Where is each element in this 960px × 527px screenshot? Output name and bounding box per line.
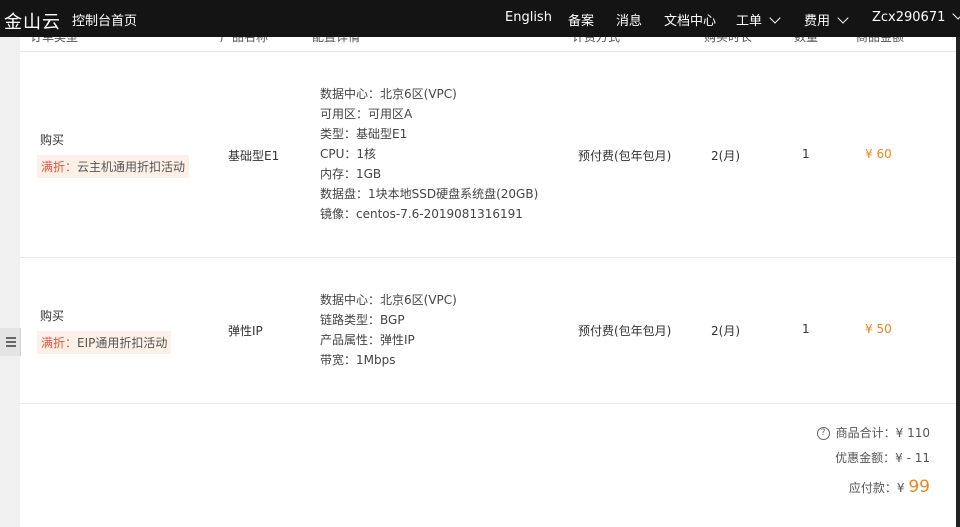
question-icon[interactable]: ? [816,427,830,440]
header-product-name: 产品名称 [220,37,269,44]
subtotal-line: ? 商品合计：¥ 110 [816,424,930,441]
detail-line: 可用区：可用区A [320,107,413,121]
promo-tag: 满折： [41,336,78,350]
detail-line: 镜像：centos-7.6-2019081316191 [320,207,523,221]
detail-line: 带宽：1Mbps [320,353,396,367]
promo-badge: 满折：云主机通用折扣活动 [37,155,190,178]
header-quantity: 数量 [794,37,819,44]
payable-line: 应付款：¥ 99 [849,477,930,497]
console-home-link[interactable]: 控制台首页 [72,10,137,29]
promo-badge: 满折：EIP通用折扣活动 [37,331,172,354]
chevron-down-icon [837,12,849,24]
detail-line: 数据中心：北京6区(VPC) [320,293,457,307]
docs-center-link[interactable]: 文档中心 [664,10,716,29]
header-config-details: 配置详情 [312,37,361,44]
ticket-menu[interactable]: 工单 [736,10,781,29]
detail-line: CPU：1核 [320,147,377,161]
user-label: Zcx290671 [872,10,946,25]
detail-line: 数据中心：北京6区(VPC) [320,87,457,101]
detail-line: 链路类型：BGP [320,313,405,327]
menu-icon-bar [6,345,16,347]
detail-line: 产品属性：弹性IP [320,333,415,347]
english-link[interactable]: English [505,10,552,25]
order-confirm-panel: 订单类型 产品名称 配置详情 计费方式 购买时长 数量 商品金额 购买 满折：云… [20,37,956,527]
product-name: 基础型E1 [228,149,280,163]
top-navigation-bar: 金山云 控制台首页 English 备案 消息 文档中心 工单 费用 Zcx29… [0,0,960,37]
order-type: 购买 [40,309,65,323]
quantity: 1 [802,322,810,336]
billing-menu[interactable]: 费用 [804,10,849,29]
promo-text: EIP通用折扣活动 [77,336,168,350]
discount-line: 优惠金额：¥ - 11 [835,451,930,465]
config-details: 数据中心：北京6区(VPC) 链路类型：BGP 产品属性：弹性IP 带宽：1Mb… [320,290,457,370]
promo-text: 云主机通用折扣活动 [77,160,186,174]
table-header: 订单类型 产品名称 配置详情 计费方式 购买时长 数量 商品金额 [20,37,956,52]
chevron-down-icon [769,12,781,24]
detail-line: 内存：1GB [320,167,382,181]
billing-method: 预付费(包年包月) [578,149,672,163]
header-billing-method: 计费方式 [572,37,621,44]
ticket-label: 工单 [736,14,763,29]
order-type: 购买 [40,133,65,147]
detail-line: 类型：基础型E1 [320,127,408,141]
config-details: 数据中心：北京6区(VPC) 可用区：可用区A 类型：基础型E1 CPU：1核 … [320,84,538,224]
chevron-down-icon [952,8,960,20]
item-amount: ¥ 60 [865,147,892,161]
header-amount: 商品金额 [856,37,905,44]
billing-method: 预付费(包年包月) [578,324,672,338]
table-row: 购买 满折：EIP通用折扣活动 弹性IP 数据中心：北京6区(VPC) 链路类型… [20,258,956,404]
purchase-duration: 2(月) [711,149,740,163]
sidebar-toggle-handle[interactable] [0,328,21,356]
messages-link[interactable]: 消息 [616,10,642,29]
header-duration: 购买时长 [704,37,753,44]
menu-icon-bar [6,341,16,343]
purchase-duration: 2(月) [711,324,740,338]
billing-label: 费用 [804,14,831,29]
user-menu[interactable]: Zcx290671 [872,8,960,25]
kingsoft-cloud-logo[interactable]: 金山云 [4,8,61,34]
payable-label: 应付款：¥ [848,481,905,495]
product-name: 弹性IP [228,324,263,338]
item-amount: ¥ 50 [865,322,892,336]
table-row: 购买 满折：云主机通用折扣活动 基础型E1 数据中心：北京6区(VPC) 可用区… [20,52,956,258]
beian-link[interactable]: 备案 [568,10,594,29]
quantity: 1 [802,147,810,161]
payable-amount: 99 [908,477,930,497]
header-order-type: 订单类型 [30,37,79,44]
promo-tag: 满折： [41,160,78,174]
detail-line: 数据盘：1块本地SSD硬盘系统盘(20GB) [320,187,539,201]
menu-icon-bar [6,337,16,339]
right-edge-bar [956,37,960,527]
subtotal-text: 商品合计：¥ 110 [835,426,930,440]
